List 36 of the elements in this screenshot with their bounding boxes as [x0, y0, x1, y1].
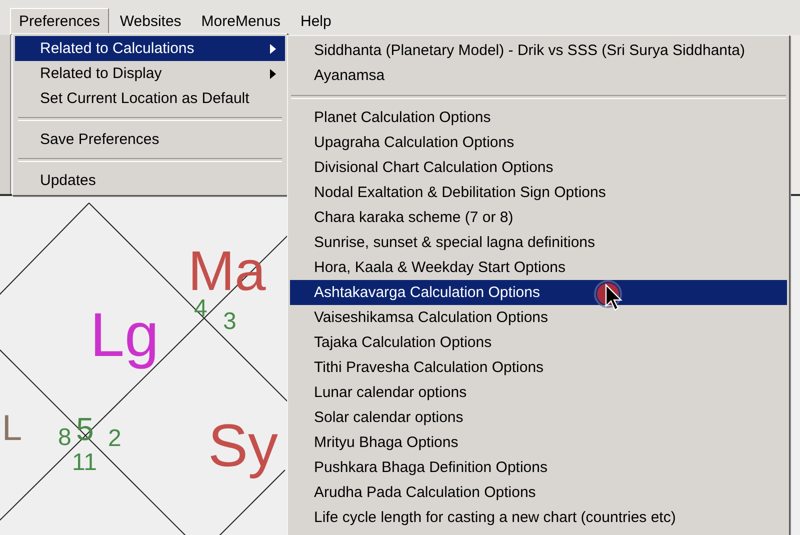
house-number: 2 — [108, 425, 122, 452]
menu-item[interactable]: Vaiseshikamsa Calculation Options — [290, 305, 787, 330]
menu-item[interactable]: Pushkara Bhaga Definition Options — [290, 455, 787, 480]
menu-item[interactable]: Tajaka Calculation Options — [290, 330, 787, 355]
planet-label: Lg — [90, 301, 159, 370]
menu-item[interactable]: Set Current Location as Default — [15, 86, 285, 111]
menu-bar-item[interactable]: MoreMenus — [192, 8, 290, 35]
menu-item[interactable]: Tithi Pravesha Calculation Options — [290, 355, 787, 380]
menu-item[interactable]: Siddhanta (Planetary Model) - Drik vs SSS (Sri Surya Siddhanta) — [290, 38, 787, 63]
menu-item[interactable]: Mrityu Bhaga Options — [290, 430, 787, 455]
menu-item[interactable]: Chara karaka scheme (7 or 8) — [290, 205, 787, 230]
menu-item[interactable]: Updates — [15, 168, 285, 193]
menu-item[interactable]: Life cycle length for casting a new chart (countries etc) — [290, 505, 787, 530]
menu-item[interactable]: Ayanamsa — [290, 63, 787, 88]
house-number: 4 — [194, 295, 208, 322]
menu-item[interactable]: Related to Display — [15, 61, 285, 86]
menu-bar-item[interactable]: Preferences — [10, 8, 109, 35]
menu-item[interactable]: Hora, Kaala & Weekday Start Options — [290, 255, 787, 280]
planet-label: L — [2, 407, 22, 448]
menu-item[interactable]: Divisional Chart Calculation Options — [290, 155, 787, 180]
house-number: 11 — [72, 449, 97, 476]
menu-item[interactable]: Nodal Exaltation & Debilitation Sign Options — [290, 180, 787, 205]
menu-item[interactable]: Planet Calculation Options — [290, 105, 787, 130]
house-number: 3 — [223, 308, 236, 335]
planet-label: Sy — [208, 412, 278, 479]
menu-item[interactable]: Save Preferences — [15, 127, 285, 152]
menu-item[interactable]: Related to Calculations — [15, 36, 285, 61]
menu-item[interactable]: Upagraha Calculation Options — [290, 130, 787, 155]
menu-bar-item[interactable]: Help — [292, 8, 340, 35]
menu-item[interactable]: Sunrise, sunset & special lagna definitions — [290, 230, 787, 255]
menu-item[interactable]: Arudha Pada Calculation Options — [290, 480, 787, 505]
menu-bar-item[interactable]: Websites — [110, 8, 190, 35]
menu-item[interactable]: Lunar calendar options — [290, 380, 787, 405]
menu-item[interactable]: Solar calendar options — [290, 405, 787, 430]
menu-item[interactable]: Ashtakavarga Calculation Options — [290, 280, 787, 305]
house-number: 8 — [58, 424, 72, 451]
